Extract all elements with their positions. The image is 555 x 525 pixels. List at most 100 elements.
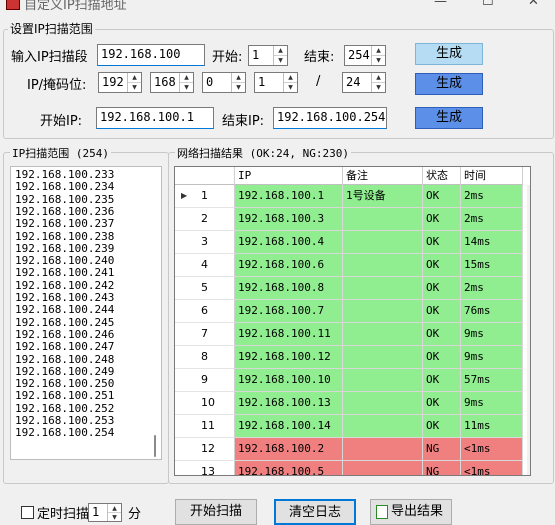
ip-range-item[interactable]: 192.168.100.249 (15, 365, 114, 378)
cell-time[interactable]: 14ms (461, 231, 523, 254)
cell-ip[interactable]: 192.168.100.2 (235, 438, 343, 461)
ip-range-item[interactable]: 192.168.100.250 (15, 378, 114, 390)
end-spinner[interactable]: 254 ▲ ▼ (344, 45, 386, 66)
row-header[interactable]: 2 (175, 208, 235, 231)
maximize-icon[interactable]: ☐ (482, 0, 494, 9)
segment-input[interactable]: 192.168.100 (97, 44, 205, 66)
results-grid[interactable]: IP 备注 状态 时间 1 ▶ 192.168.100.1 1号设备 OK 2ms 2 192.168… (174, 166, 531, 476)
cell-status[interactable]: OK (423, 208, 461, 231)
column-header[interactable]: 状态 (423, 167, 461, 185)
cell-status[interactable]: OK (423, 277, 461, 300)
cell-time[interactable]: 76ms (461, 300, 523, 323)
cell-status[interactable]: OK (423, 185, 461, 208)
cell-status[interactable]: NG (423, 461, 461, 475)
ip-range-item[interactable]: 192.168.100.251 (15, 390, 114, 402)
cell-ip[interactable]: 192.168.100.14 (235, 415, 343, 438)
column-header[interactable]: 时间 (461, 167, 523, 185)
list-scrollbar-thumb[interactable] (154, 435, 156, 457)
cell-time[interactable]: <1ms (461, 438, 523, 461)
cell-time[interactable]: 15ms (461, 254, 523, 277)
ip-range-item[interactable]: 192.168.100.233 (15, 169, 114, 181)
cell-status[interactable]: OK (423, 231, 461, 254)
ip-range-item[interactable]: 192.168.100.253 (15, 415, 114, 427)
ip-range-item[interactable]: 192.168.100.234 (15, 181, 114, 193)
ip-range-list[interactable]: 192.168.100.233 192.168.100.234 192.168.10… (10, 166, 162, 460)
cell-note[interactable]: 1号设备 (343, 185, 423, 208)
spin-down-icon[interactable]: ▼ (128, 83, 141, 93)
cell-status[interactable]: OK (423, 415, 461, 438)
ip-range-item[interactable]: 192.168.100.241 (15, 267, 114, 279)
grid-scrollbar-thumb[interactable] (530, 184, 531, 206)
spin-down-icon[interactable]: ▼ (372, 83, 385, 93)
spin-up-icon[interactable]: ▲ (180, 73, 193, 83)
row-header[interactable]: 6 (175, 300, 235, 323)
cell-time[interactable]: 2ms (461, 185, 523, 208)
start-scan-button[interactable]: 开始扫描 (175, 499, 257, 525)
cell-note[interactable] (343, 277, 423, 300)
ip-range-item[interactable]: 192.168.100.247 (15, 341, 114, 353)
row-header[interactable]: 12 (175, 438, 235, 461)
spin-down-icon[interactable]: ▼ (274, 56, 287, 66)
close-icon[interactable]: ✕ (528, 0, 539, 9)
cell-note[interactable] (343, 300, 423, 323)
export-button[interactable]: 导出结果 (370, 499, 452, 525)
end-ip-input[interactable]: 192.168.100.254 (273, 107, 387, 129)
row-header[interactable]: 5 (175, 277, 235, 300)
timer-checkbox[interactable] (21, 506, 34, 519)
row-header[interactable]: 8 (175, 346, 235, 369)
cell-time[interactable]: 11ms (461, 415, 523, 438)
row-header[interactable]: 4 (175, 254, 235, 277)
spin-up-icon[interactable]: ▲ (274, 46, 287, 56)
cell-note[interactable] (343, 254, 423, 277)
column-header[interactable]: 备注 (343, 167, 423, 185)
cell-time[interactable]: <1ms (461, 461, 523, 475)
ip-range-item[interactable]: 192.168.100.239 (15, 242, 114, 255)
cell-time[interactable]: 9ms (461, 323, 523, 346)
clear-log-button[interactable]: 清空日志 (274, 499, 356, 525)
start-ip-input[interactable]: 192.168.100.1 (96, 107, 214, 129)
cell-time[interactable]: 2ms (461, 208, 523, 231)
mask-spinner[interactable]: 24 ▲ ▼ (342, 72, 386, 93)
spin-up-icon[interactable]: ▲ (372, 73, 385, 83)
cell-note[interactable] (343, 208, 423, 231)
row-header[interactable]: 1 ▶ (175, 185, 235, 208)
row-header[interactable]: 9 (175, 369, 235, 392)
generate-button-mask[interactable]: 生成 (415, 73, 483, 95)
start-spinner[interactable]: 1 ▲ ▼ (248, 45, 288, 66)
spin-down-icon[interactable]: ▼ (180, 83, 193, 93)
ip-range-item[interactable]: 192.168.100.240 (15, 255, 114, 267)
cell-note[interactable] (343, 438, 423, 461)
ip-range-item[interactable]: 192.168.100.236 (15, 205, 114, 218)
cell-ip[interactable]: 192.168.100.11 (235, 323, 343, 346)
spin-down-icon[interactable]: ▼ (372, 56, 385, 66)
cell-ip[interactable]: 192.168.100.5 (235, 461, 343, 475)
ip-range-item[interactable]: 192.168.100.235 (15, 193, 114, 206)
ip-range-item[interactable]: 192.168.100.242 (15, 279, 114, 292)
row-header[interactable]: 10 (175, 392, 235, 415)
octet4-spinner[interactable]: 1 ▲ ▼ (254, 72, 298, 93)
ip-range-item[interactable]: 192.168.100.246 (15, 328, 114, 341)
cell-status[interactable]: OK (423, 369, 461, 392)
generate-button-ip[interactable]: 生成 (415, 107, 483, 129)
cell-note[interactable] (343, 231, 423, 254)
cell-time[interactable]: 9ms (461, 392, 523, 415)
cell-status[interactable]: OK (423, 323, 461, 346)
minimize-icon[interactable]: — (434, 0, 447, 9)
cell-status[interactable]: OK (423, 346, 461, 369)
cell-ip[interactable]: 192.168.100.10 (235, 369, 343, 392)
cell-note[interactable] (343, 415, 423, 438)
cell-status[interactable]: NG (423, 438, 461, 461)
ip-range-item[interactable]: 192.168.100.252 (15, 402, 114, 415)
spin-up-icon[interactable]: ▲ (284, 73, 297, 83)
spin-up-icon[interactable]: ▲ (128, 73, 141, 83)
cell-ip[interactable]: 192.168.100.3 (235, 208, 343, 231)
row-header[interactable]: 7 (175, 323, 235, 346)
ip-range-item[interactable]: 192.168.100.245 (15, 316, 114, 329)
cell-ip[interactable]: 192.168.100.13 (235, 392, 343, 415)
cell-status[interactable]: OK (423, 392, 461, 415)
cell-time[interactable]: 9ms (461, 346, 523, 369)
ip-range-item[interactable]: 192.168.100.243 (15, 292, 114, 304)
timer-spinner[interactable]: 1 ▲ ▼ (88, 503, 122, 522)
generate-button-segment[interactable]: 生成 (415, 43, 483, 65)
cell-ip[interactable]: 192.168.100.6 (235, 254, 343, 277)
